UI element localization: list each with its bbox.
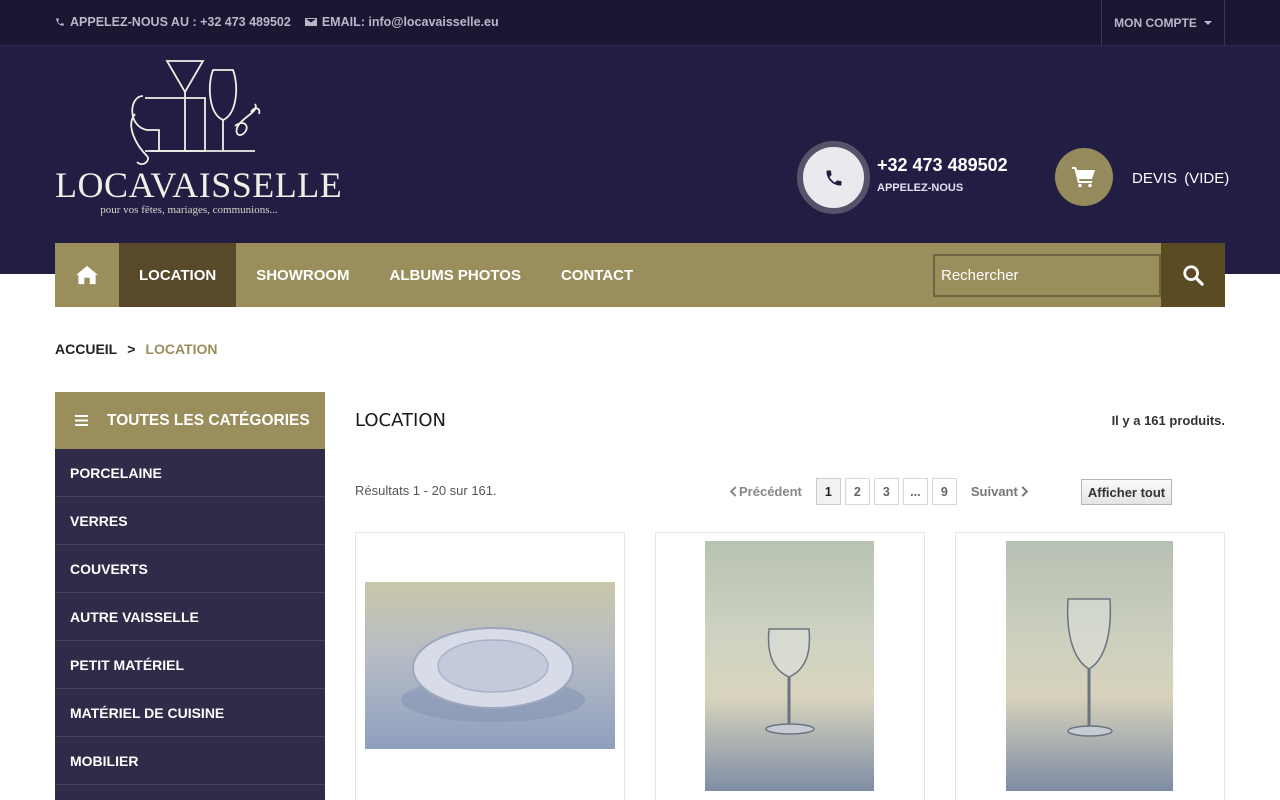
- chevron-left-icon: [729, 486, 737, 497]
- top-email[interactable]: EMAIL: info@locavaisselle.eu: [304, 15, 499, 29]
- cart-icon: [1072, 167, 1095, 188]
- search-icon: [1183, 265, 1204, 286]
- phone-badge: [797, 141, 870, 214]
- nav-item-location[interactable]: LOCATION: [119, 243, 237, 307]
- brand-name: LOCAVAISSELLE: [55, 165, 343, 205]
- nav-item-contact[interactable]: CONTACT: [541, 243, 653, 307]
- pagination-ellipsis: ...: [902, 478, 928, 505]
- nav-item-albums-photos[interactable]: ALBUMS PHOTOS: [370, 243, 541, 307]
- top-contact-info: APPELEZ-NOUS AU : +32 473 489502 EMAIL: …: [55, 15, 499, 29]
- envelope-icon: [304, 18, 317, 26]
- pagination-page[interactable]: 9: [931, 478, 957, 505]
- phone-icon: [826, 170, 841, 185]
- quote-cart-button[interactable]: [1055, 148, 1113, 206]
- pagination-page[interactable]: 1: [815, 478, 841, 505]
- pagination-page[interactable]: 3: [873, 478, 899, 505]
- breadcrumb-current: LOCATION: [145, 341, 218, 357]
- categories-title: TOUTES LES CATÉGORIES: [107, 411, 310, 429]
- pagination-previous-label: Précédent: [739, 484, 802, 499]
- top-email-text: EMAIL: info@locavaisselle.eu: [321, 15, 499, 29]
- account-label: MON COMPTE: [1114, 16, 1197, 30]
- main-navigation: LOCATION SHOWROOM ALBUMS PHOTOS CONTACT: [55, 243, 1225, 307]
- header-phone-number[interactable]: +32 473 489502: [877, 155, 1008, 176]
- category-more[interactable]: [55, 785, 325, 800]
- pagination: Précédent 1 2 3 ... 9 Suivant: [729, 478, 1029, 505]
- breadcrumb: ACCUEIL > LOCATION: [55, 341, 218, 357]
- product-image-flute-glass[interactable]: [1006, 541, 1173, 791]
- breadcrumb-home[interactable]: ACCUEIL: [55, 341, 117, 357]
- flute-glass-image: [1066, 598, 1113, 737]
- phone-icon: [56, 18, 64, 26]
- pagination-previous[interactable]: Précédent: [729, 484, 802, 499]
- product-count: Il y a 161 produits.: [1111, 413, 1225, 428]
- wine-glass-image: [765, 628, 815, 735]
- account-dropdown[interactable]: MON COMPTE: [1101, 0, 1225, 46]
- category-mobilier[interactable]: MOBILIER: [55, 737, 325, 785]
- nav-item-showroom[interactable]: SHOWROOM: [236, 243, 369, 307]
- pagination-next-label: Suivant: [970, 484, 1018, 499]
- show-all-button[interactable]: Afficher tout: [1081, 479, 1172, 505]
- quote-status: (VIDE): [1184, 170, 1230, 187]
- category-autre-vaisselle[interactable]: AUTRE VAISSELLE: [55, 593, 325, 641]
- category-couverts[interactable]: COUVERTS: [55, 545, 325, 593]
- quote-summary[interactable]: DEVIS (VIDE): [1132, 170, 1229, 187]
- product-image-plate[interactable]: [365, 582, 615, 749]
- home-icon: [76, 265, 98, 285]
- top-bar: APPELEZ-NOUS AU : +32 473 489502 EMAIL: …: [0, 0, 1280, 46]
- results-summary: Résultats 1 - 20 sur 161.: [355, 483, 497, 498]
- home-button[interactable]: [55, 243, 119, 307]
- product-image-wine-glass[interactable]: [705, 541, 874, 791]
- brand-tagline: pour vos fêtes, mariages, communions...: [100, 204, 278, 216]
- quote-label: DEVIS: [1132, 170, 1178, 187]
- pagination-page[interactable]: 2: [844, 478, 870, 505]
- categories-header[interactable]: TOUTES LES CATÉGORIES: [55, 392, 325, 449]
- category-verres[interactable]: VERRES: [55, 497, 325, 545]
- header-phone-caption: APPELEZ-NOUS: [877, 182, 964, 194]
- breadcrumb-separator: >: [127, 341, 136, 357]
- menu-icon: [75, 415, 88, 426]
- plate-image: [401, 627, 585, 722]
- caret-down-icon: [1203, 21, 1212, 25]
- search-input[interactable]: [933, 254, 1161, 297]
- chevron-right-icon: [1021, 486, 1029, 497]
- site-header: LOCAVAISSELLE pour vos fêtes, mariages, …: [0, 46, 1280, 274]
- site-logo[interactable]: LOCAVAISSELLE pour vos fêtes, mariages, …: [55, 56, 343, 221]
- search-button[interactable]: [1161, 243, 1225, 307]
- top-phone: APPELEZ-NOUS AU : +32 473 489502: [55, 15, 291, 29]
- category-sidebar: TOUTES LES CATÉGORIES PORCELAINE VERRES …: [55, 392, 325, 800]
- category-materiel-de-cuisine[interactable]: MATÉRIEL DE CUISINE: [55, 689, 325, 737]
- category-porcelaine[interactable]: PORCELAINE: [55, 449, 325, 497]
- category-petit-materiel[interactable]: PETIT MATÉRIEL: [55, 641, 325, 689]
- page-title: LOCATION: [355, 410, 446, 431]
- pagination-next[interactable]: Suivant: [971, 484, 1029, 499]
- top-phone-text: APPELEZ-NOUS AU : +32 473 489502: [70, 15, 291, 29]
- glassware-logo-icon: [130, 60, 261, 166]
